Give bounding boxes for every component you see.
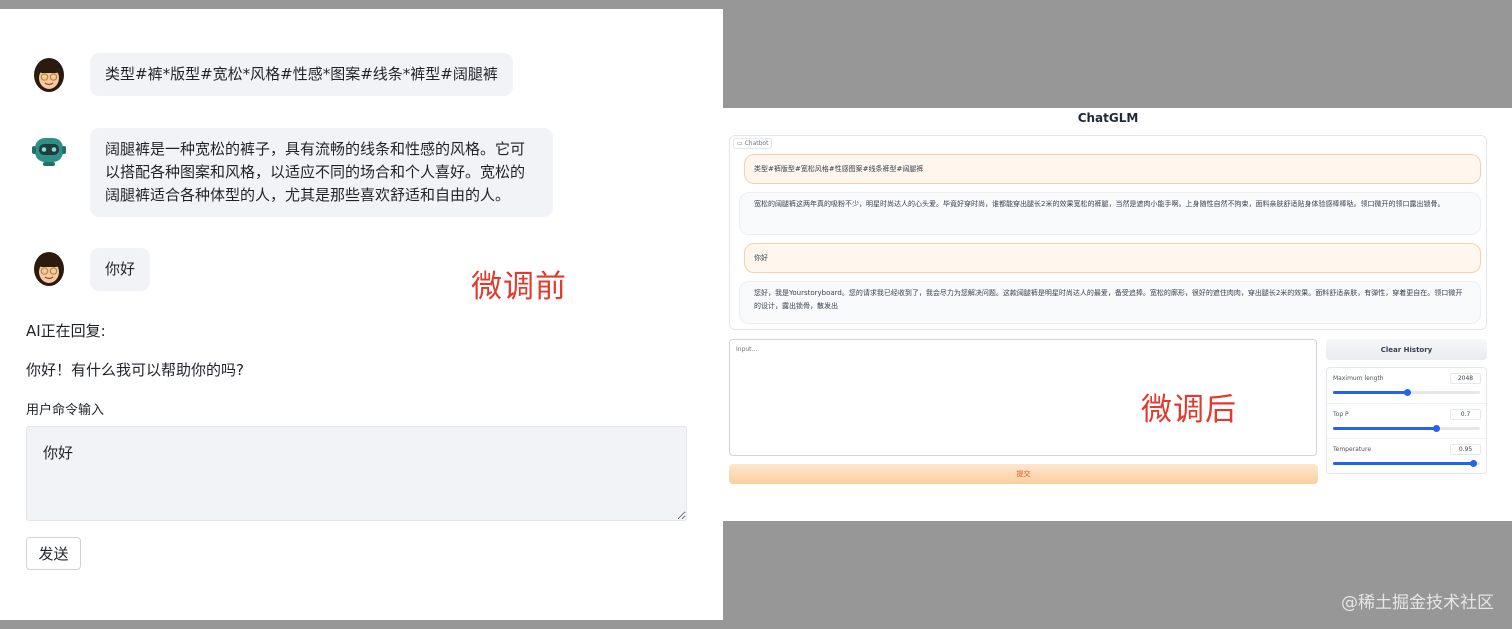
slider-label: Top P [1333,411,1349,418]
temperature-slider[interactable] [1333,460,1480,467]
ai-status-text: AI正在回复: [26,322,106,340]
user-avatar-icon [29,248,69,288]
top-p-slider[interactable] [1333,425,1480,432]
slider-label: Temperature [1333,446,1372,453]
after-panel: ChatGLM ▭ Chatbot 类型#裤版型#宽松风格#性感图案#线条裤型#… [723,108,1512,521]
submit-button[interactable]: 提交 [729,464,1318,484]
chatbot-label-text: Chatbot [744,140,769,147]
bot-message: 阔腿裤是一种宽松的裤子，具有流畅的线条和性感的风格。它可以搭配各种图案和风格，以… [90,128,553,217]
slider-fill [1333,427,1436,430]
chat-icon: ▭ [737,140,743,147]
slider-value-input[interactable]: 0.95 [1450,444,1481,455]
command-input[interactable]: 你好 [26,426,687,521]
chatbot-panel: ▭ Chatbot 类型#裤版型#宽松风格#性感图案#线条裤型#阔腿裤 宽松的阔… [729,135,1487,330]
user-message: 你好 [90,248,151,291]
bot-message: 您好，我是Yourstoryboard。您的请求我已经收到了，我会尽力为您解决问… [739,281,1481,324]
watermark-text: @稀土掘金技术社区 [1341,593,1494,613]
slider-fill [1333,462,1473,465]
slider-value-input[interactable]: 0.7 [1450,409,1481,420]
send-button[interactable]: 发送 [26,537,81,570]
user-message: 你好 [744,243,1481,273]
ai-reply-text: 你好！有什么我可以帮助你的吗? [26,361,244,379]
slider-fill [1333,391,1407,394]
clear-history-button[interactable]: Clear History [1326,339,1487,360]
slider-handle[interactable] [1432,425,1440,432]
slider-value-input[interactable]: 2048 [1450,373,1481,384]
bot-message: 宽松的阔腿裤这两年真的吸粉不少，明星时尚达人的心头爱。毕竟好穿时尚，谁都能穿出腿… [739,192,1481,235]
before-panel: 类型#裤*版型#宽松*风格#性感*图案#线条*裤型#阔腿裤 阔腿裤是一种宽松的裤… [0,9,723,620]
parameter-sliders: Maximum length 2048 Top P 0.7 Temperatur… [1326,367,1487,474]
max-length-slider-group: Maximum length 2048 [1327,368,1486,403]
bot-avatar-icon [29,129,69,169]
temperature-slider-group: Temperature 0.95 [1327,438,1486,473]
user-message: 类型#裤版型#宽松风格#性感图案#线条裤型#阔腿裤 [744,154,1481,184]
user-avatar-icon [29,54,69,94]
after-finetune-label: 微调后 [1141,392,1237,428]
user-message: 类型#裤*版型#宽松*风格#性感*图案#线条*裤型#阔腿裤 [90,53,513,96]
top-p-slider-group: Top P 0.7 [1327,403,1486,438]
chatbot-label: ▭ Chatbot [733,138,773,149]
command-input-label: 用户命令输入 [26,403,105,418]
app-title: ChatGLM [1077,111,1139,125]
slider-handle[interactable] [1469,460,1477,467]
max-length-slider[interactable] [1333,389,1480,396]
before-finetune-label: 微调前 [471,269,567,305]
slider-label: Maximum length [1333,375,1384,382]
slider-handle[interactable] [1403,389,1411,396]
